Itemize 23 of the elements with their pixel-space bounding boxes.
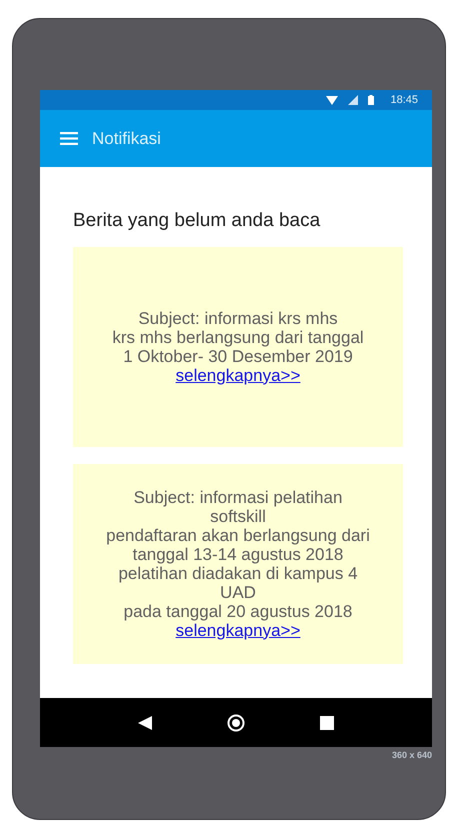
news-text-line: krs mhs berlangsung dari tanggal	[112, 328, 364, 346]
status-time: 18:45	[390, 92, 418, 108]
news-text-line: Subject: informasi pelatihan	[134, 488, 342, 506]
news-text-line: pelatihan diadakan di kampus 4	[118, 564, 358, 582]
news-text-line: pada tanggal 20 agustus 2018	[124, 602, 352, 620]
device-size-label: 360 x 640	[392, 749, 432, 762]
news-text-line: softskill	[210, 506, 266, 526]
read-more-link[interactable]: selengkapnya>>	[176, 620, 300, 640]
signal-icon	[348, 95, 358, 105]
app-title: Notifikasi	[92, 128, 161, 150]
news-text-line: 1 Oktober- 30 Desember 2019	[123, 346, 353, 366]
recents-icon[interactable]	[320, 716, 334, 730]
news-text-line: UAD	[220, 582, 256, 602]
menu-icon[interactable]	[60, 132, 78, 145]
news-text-line: tanggal 13-14 agustus 2018	[132, 544, 344, 564]
battery-icon	[368, 95, 374, 105]
wifi-icon	[326, 96, 338, 104]
news-text-line: pendaftaran akan berlangsung dari	[106, 526, 370, 544]
section-heading: Berita yang belum anda baca	[73, 209, 322, 233]
news-text-line: Subject: informasi krs mhs	[138, 308, 338, 328]
read-more-link[interactable]: selengkapnya>>	[176, 366, 300, 384]
back-icon[interactable]	[138, 716, 152, 730]
home-icon[interactable]	[226, 714, 245, 732]
